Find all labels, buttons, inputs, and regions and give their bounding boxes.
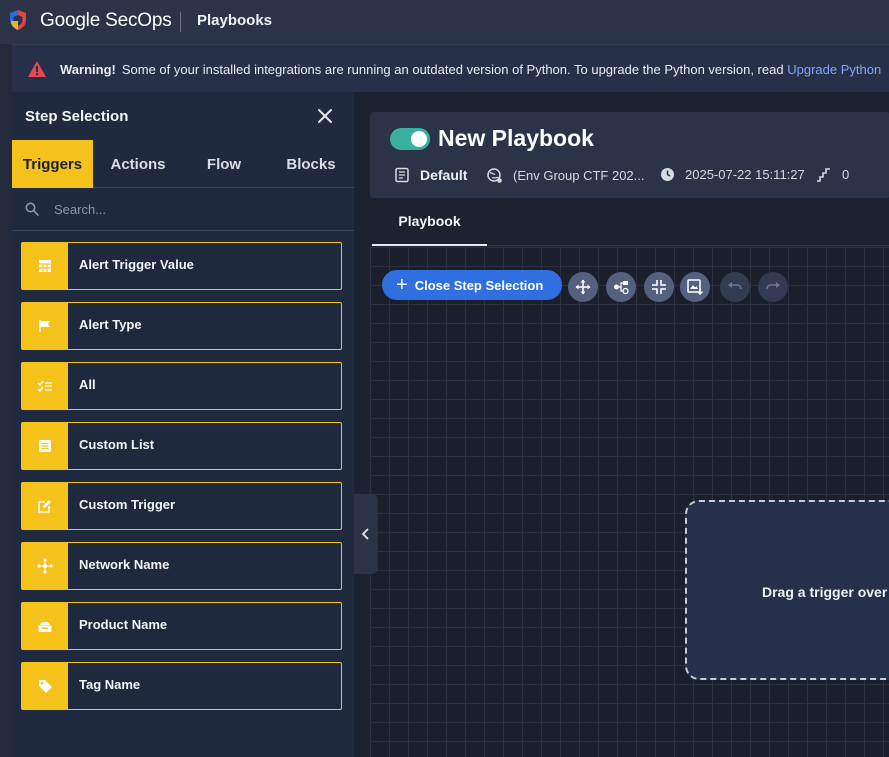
close-step-selection-label: Close Step Selection: [414, 277, 544, 293]
trigger-icon-box: [22, 603, 68, 649]
trigger-icon-box: [22, 543, 68, 589]
trigger-label: Tag Name: [79, 677, 141, 692]
brand-google-text: Google: [40, 10, 101, 31]
playbook-environment-label: (Env Group CTF 202...: [513, 168, 645, 183]
folder-doc-icon: [395, 167, 409, 183]
trigger-dropzone[interactable]: Drag a trigger over: [685, 500, 889, 680]
plus-icon: +: [396, 274, 408, 296]
trigger-icon-box: [22, 303, 68, 349]
close-step-selection-button[interactable]: + Close Step Selection: [382, 270, 562, 300]
app-title[interactable]: Playbooks: [197, 12, 272, 29]
trigger-icon-box: [22, 423, 68, 469]
warning-icon: [28, 61, 46, 77]
trigger-item-custom-trigger[interactable]: Custom Trigger: [21, 482, 342, 530]
redo-button[interactable]: [758, 272, 788, 302]
redo-icon: [766, 282, 780, 290]
brand-name: Google SecOps: [40, 10, 172, 32]
dropzone-text: Drag a trigger over: [762, 584, 888, 600]
export-image-icon: [687, 279, 703, 295]
environment-icon: [487, 168, 502, 183]
product-icon: [38, 622, 52, 632]
trigger-label: All: [79, 377, 96, 392]
trigger-item-tag-name[interactable]: Tag Name: [21, 662, 342, 710]
playbook-enabled-toggle[interactable]: [390, 128, 430, 150]
trigger-icon-box: [22, 243, 68, 289]
tab-flow[interactable]: Flow: [184, 140, 264, 188]
clock-icon: [661, 168, 674, 181]
flag-icon: [39, 320, 50, 332]
tag-icon: [38, 679, 52, 693]
top-bar: Google SecOps Playbooks: [0, 0, 889, 44]
steps-icon: [817, 168, 830, 182]
warning-body: Some of your installed integrations are …: [121, 62, 784, 77]
playbook-folder-label: Default: [420, 167, 468, 183]
trigger-icon-box: [22, 483, 68, 529]
playbook-timestamp-label: 2025-07-22 15:11:27: [685, 167, 805, 182]
step-tabs: Triggers Actions Flow Blocks: [12, 140, 354, 188]
auto-layout-button[interactable]: [606, 272, 636, 302]
tab-blocks[interactable]: Blocks: [270, 140, 352, 188]
trigger-item-network-name[interactable]: Network Name: [21, 542, 342, 590]
trigger-item-alert-trigger-value[interactable]: Alert Trigger Value: [21, 242, 342, 290]
export-image-button[interactable]: [680, 272, 710, 302]
edit-icon: [38, 500, 51, 513]
tab-playbook[interactable]: Playbook: [372, 198, 487, 246]
undo-icon: [728, 282, 742, 290]
step-selection-panel: Step Selection Triggers Actions Flow Blo…: [12, 92, 354, 757]
chevron-left-icon: [361, 528, 369, 540]
move-icon: [575, 279, 591, 295]
warning-message: Warning! Some of your installed integrati…: [60, 62, 881, 77]
move-button[interactable]: [568, 272, 598, 302]
playbook-folder[interactable]: Default: [394, 167, 467, 183]
trigger-icon-box: [22, 363, 68, 409]
trigger-label: Custom List: [79, 437, 155, 452]
search-icon: [25, 202, 39, 216]
trigger-item-product-name[interactable]: Product Name: [21, 602, 342, 650]
playbook-view-tabs: Playbook: [370, 198, 889, 246]
search-bar: [12, 189, 354, 231]
left-nav-rail: [0, 44, 12, 757]
close-icon[interactable]: [315, 106, 335, 126]
trigger-label: Alert Type: [79, 317, 142, 332]
undo-button[interactable]: [720, 272, 750, 302]
tab-actions[interactable]: Actions: [98, 140, 178, 188]
warning-banner: Warning! Some of your installed integrati…: [12, 44, 889, 92]
list-icon: [39, 440, 51, 452]
playbook-environment[interactable]: (Env Group CTF 202...: [486, 167, 645, 184]
playbook-steps-count: 0: [816, 167, 849, 182]
trigger-label: Alert Trigger Value: [79, 257, 194, 272]
grid-icon: [39, 260, 51, 272]
secops-shield-logo-icon: [10, 10, 26, 30]
collapse-panel-button[interactable]: [354, 494, 378, 574]
trigger-label: Custom Trigger: [79, 497, 176, 512]
fit-screen-button[interactable]: [644, 272, 674, 302]
checklist-icon: [37, 380, 52, 393]
brand-product-text: SecOps: [105, 10, 172, 31]
panel-title: Step Selection: [25, 108, 129, 125]
upgrade-python-link[interactable]: Upgrade Python: [787, 62, 881, 77]
warning-label: Warning!: [60, 62, 116, 77]
trigger-icon-box: [22, 663, 68, 709]
brand-divider: [180, 12, 181, 32]
trigger-item-custom-list[interactable]: Custom List: [21, 422, 342, 470]
playbook-canvas-area: New Playbook Default (Env Group CTF 202.…: [354, 92, 889, 757]
search-input[interactable]: [54, 197, 334, 221]
steps-count-value: 0: [842, 167, 850, 182]
trigger-item-alert-type[interactable]: Alert Type: [21, 302, 342, 350]
fit-screen-icon: [652, 280, 666, 294]
playbook-timestamp: 2025-07-22 15:11:27: [660, 167, 805, 182]
tab-triggers[interactable]: Triggers: [12, 140, 93, 188]
trigger-label: Product Name: [79, 617, 168, 632]
trigger-label: Network Name: [79, 557, 170, 572]
playbook-title[interactable]: New Playbook: [438, 125, 594, 152]
network-icon: [37, 558, 53, 574]
trigger-item-all[interactable]: All: [21, 362, 342, 410]
layout-icon: [614, 281, 629, 295]
playbook-header: New Playbook Default (Env Group CTF 202.…: [370, 112, 889, 198]
